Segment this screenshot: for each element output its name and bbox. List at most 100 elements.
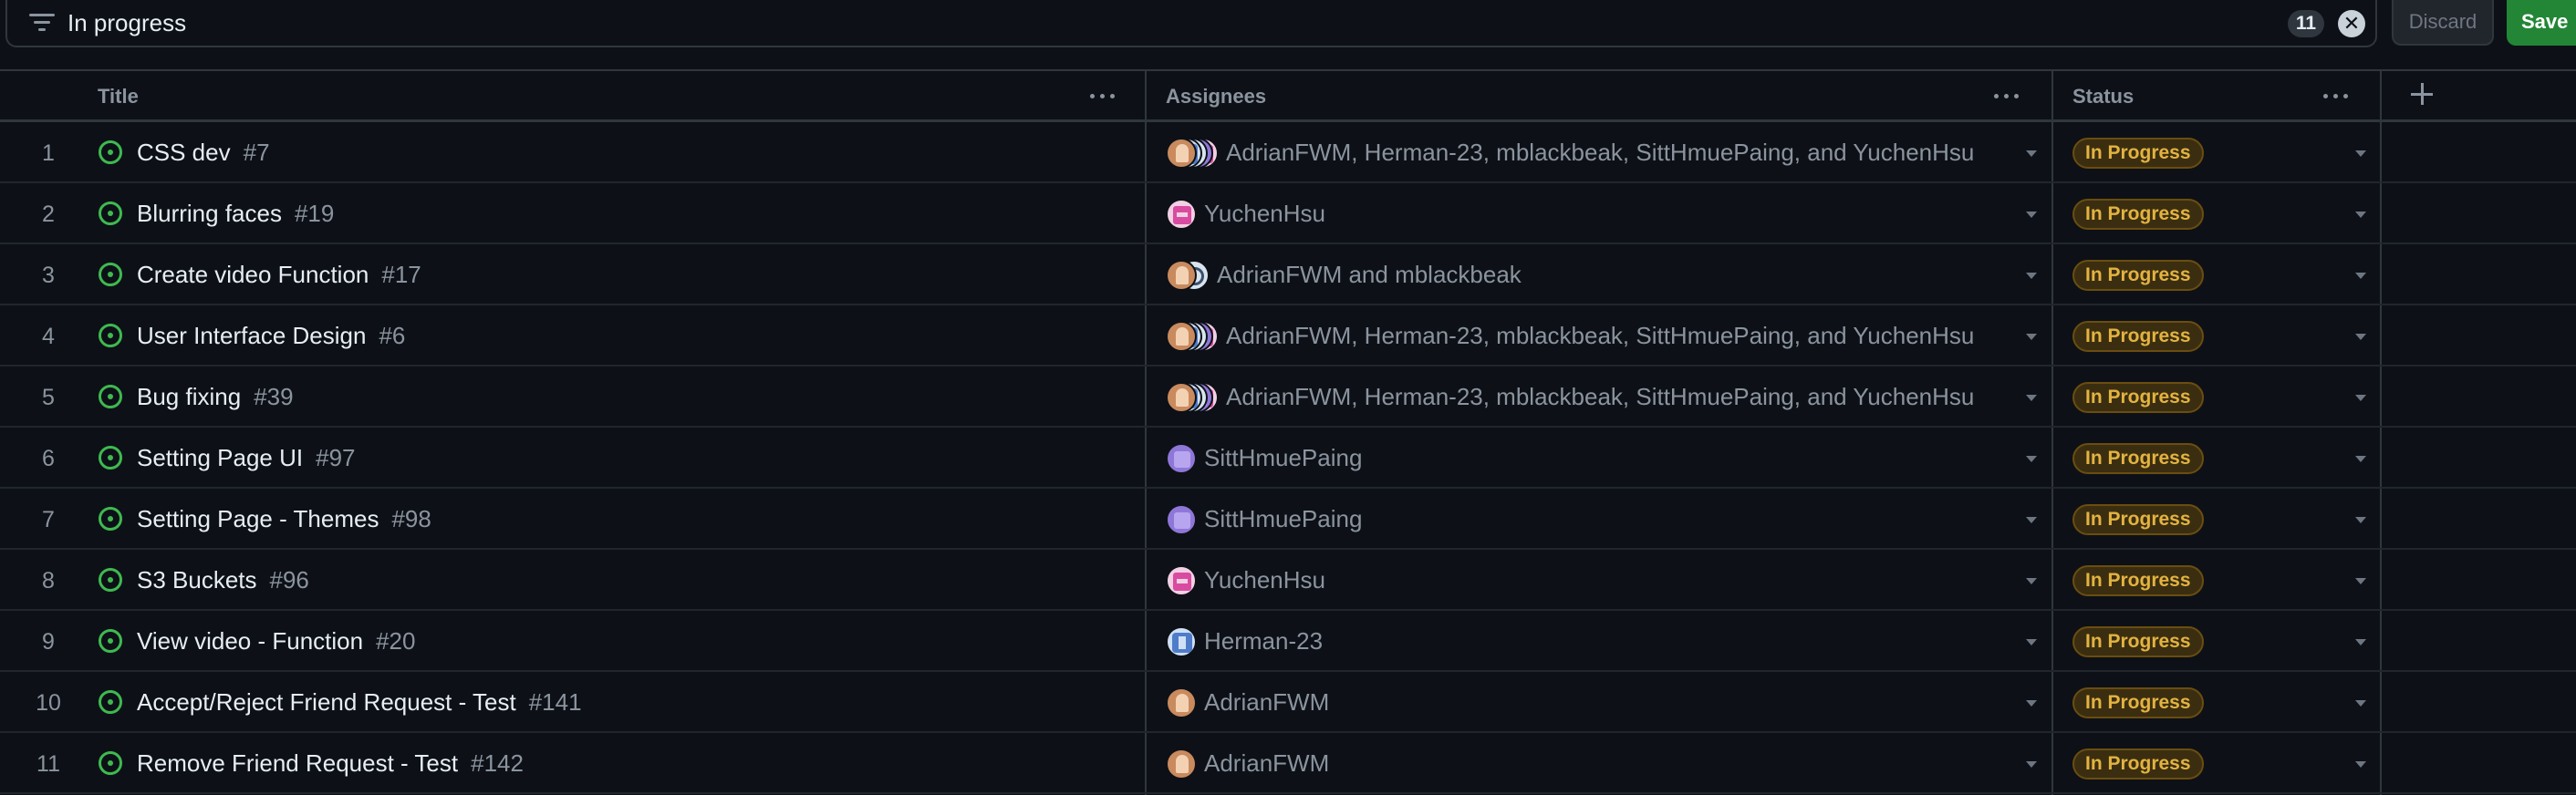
issue-number[interactable]: #6	[379, 322, 405, 349]
issue-title-cell[interactable]: Remove Friend Request - Test #142	[137, 749, 524, 777]
table-row[interactable]: 3 Create video Function #17 AdrianFWM and m…	[0, 244, 2576, 305]
discard-button[interactable]: Discard	[2392, 0, 2494, 46]
issue-title-cell[interactable]: Setting Page UI #97	[137, 444, 356, 471]
issue-title-cell[interactable]: S3 Buckets #96	[137, 566, 309, 594]
status-badge[interactable]: In Progress	[2072, 382, 2204, 413]
issue-title[interactable]: View video - Function	[137, 627, 363, 655]
issue-title[interactable]: Create video Function	[137, 261, 369, 288]
assignee-names[interactable]: AdrianFWM and mblackbeak	[1217, 261, 1522, 288]
status-dropdown-icon[interactable]	[2355, 700, 2366, 707]
status-badge[interactable]: In Progress	[2072, 565, 2204, 596]
column-menu-assignees-icon[interactable]	[1992, 84, 2023, 108]
issue-title[interactable]: Setting Page UI	[137, 444, 303, 471]
assignees-dropdown-icon[interactable]	[2026, 212, 2037, 218]
issue-title-cell[interactable]: User Interface Design #6	[137, 322, 405, 349]
issue-number[interactable]: #96	[270, 566, 309, 594]
status-dropdown-icon[interactable]	[2355, 578, 2366, 584]
table-row[interactable]: 2 Blurring faces #19 YuchenHsu In Progress	[0, 183, 2576, 244]
status-dropdown-icon[interactable]	[2355, 150, 2366, 157]
assignee-names[interactable]: AdrianFWM, Herman-23, mblackbeak, SittHm…	[1226, 322, 1974, 349]
issue-title[interactable]: S3 Buckets	[137, 566, 257, 594]
assignees-dropdown-icon[interactable]	[2026, 150, 2037, 157]
status-dropdown-icon[interactable]	[2355, 761, 2366, 768]
column-header-title[interactable]: Title	[0, 71, 1145, 121]
assignees-dropdown-icon[interactable]	[2026, 395, 2037, 401]
clear-filter-button[interactable]: ✕	[2338, 10, 2365, 37]
filter-query[interactable]: In progress	[68, 9, 186, 36]
issue-title-cell[interactable]: Blurring faces #19	[137, 200, 334, 227]
assignee-names[interactable]: Herman-23	[1204, 627, 1323, 655]
status-dropdown-icon[interactable]	[2355, 273, 2366, 279]
status-badge[interactable]: In Progress	[2072, 260, 2204, 291]
table-row[interactable]: 9 View video - Function #20 Herman-23 In Pro…	[0, 611, 2576, 672]
issue-number[interactable]: #7	[244, 139, 270, 166]
issue-title[interactable]: Bug fixing	[137, 383, 241, 410]
issue-title-cell[interactable]: Setting Page - Themes #98	[137, 505, 431, 532]
table-row[interactable]: 5 Bug fixing #39 AdrianFWM, Herman-23, mbla…	[0, 367, 2576, 428]
assignees-dropdown-icon[interactable]	[2026, 334, 2037, 340]
issue-number[interactable]: #17	[381, 261, 421, 288]
assignees-dropdown-icon[interactable]	[2026, 700, 2037, 707]
assignees-dropdown-icon[interactable]	[2026, 639, 2037, 645]
assignees-dropdown-icon[interactable]	[2026, 761, 2037, 768]
issue-title[interactable]: Blurring faces	[137, 200, 282, 227]
table-row[interactable]: 6 Setting Page UI #97 SittHmuePaing In Progr…	[0, 428, 2576, 489]
status-dropdown-icon[interactable]	[2355, 456, 2366, 462]
status-badge[interactable]: In Progress	[2072, 749, 2204, 780]
issue-title-cell[interactable]: Create video Function #17	[137, 261, 421, 288]
status-badge[interactable]: In Progress	[2072, 626, 2204, 657]
column-menu-status-icon[interactable]	[2322, 84, 2353, 108]
issue-title[interactable]: Accept/Reject Friend Request - Test	[137, 688, 516, 716]
table-row[interactable]: 1 CSS dev #7 AdrianFWM, Herman-23, mblackbe…	[0, 122, 2576, 183]
issue-title-cell[interactable]: CSS dev #7	[137, 139, 270, 166]
table-row[interactable]: 11 Remove Friend Request - Test #142 Adrian…	[0, 733, 2576, 794]
add-column-icon[interactable]	[2408, 80, 2436, 108]
status-badge[interactable]: In Progress	[2072, 443, 2204, 474]
column-menu-title-icon[interactable]	[1088, 84, 1119, 108]
assignees-dropdown-icon[interactable]	[2026, 578, 2037, 584]
assignee-names[interactable]: AdrianFWM	[1204, 749, 1329, 777]
status-badge[interactable]: In Progress	[2072, 138, 2204, 169]
assignee-names[interactable]: SittHmuePaing	[1204, 444, 1362, 471]
issue-number[interactable]: #19	[295, 200, 334, 227]
assignee-names[interactable]: YuchenHsu	[1204, 200, 1325, 227]
assignees-dropdown-icon[interactable]	[2026, 456, 2037, 462]
status-badge[interactable]: In Progress	[2072, 504, 2204, 535]
status-dropdown-icon[interactable]	[2355, 395, 2366, 401]
issue-number[interactable]: #20	[376, 627, 415, 655]
assignee-names[interactable]: AdrianFWM, Herman-23, mblackbeak, SittHm…	[1226, 139, 1974, 166]
issue-number[interactable]: #97	[316, 444, 355, 471]
column-header-status[interactable]: Status	[2053, 71, 2380, 121]
assignees-dropdown-icon[interactable]	[2026, 517, 2037, 523]
status-badge[interactable]: In Progress	[2072, 199, 2204, 230]
assignee-names[interactable]: YuchenHsu	[1204, 566, 1325, 594]
status-dropdown-icon[interactable]	[2355, 212, 2366, 218]
save-button[interactable]: Save	[2507, 0, 2576, 46]
status-dropdown-icon[interactable]	[2355, 639, 2366, 645]
assignees-dropdown-icon[interactable]	[2026, 273, 2037, 279]
issue-title[interactable]: CSS dev	[137, 139, 231, 166]
column-header-assignees[interactable]: Assignees	[1147, 71, 2051, 121]
status-badge[interactable]: In Progress	[2072, 321, 2204, 352]
issue-title[interactable]: Setting Page - Themes	[137, 505, 379, 532]
issue-number[interactable]: #141	[529, 688, 582, 716]
issue-title-cell[interactable]: View video - Function #20	[137, 627, 415, 655]
status-dropdown-icon[interactable]	[2355, 517, 2366, 523]
issue-title[interactable]: User Interface Design	[137, 322, 366, 349]
issue-title-cell[interactable]: Accept/Reject Friend Request - Test #141	[137, 688, 582, 716]
status-dropdown-icon[interactable]	[2355, 334, 2366, 340]
assignee-names[interactable]: SittHmuePaing	[1204, 505, 1362, 532]
table-row[interactable]: 7 Setting Page - Themes #98 SittHmuePaing In…	[0, 489, 2576, 550]
issue-number[interactable]: #39	[254, 383, 293, 410]
issue-number[interactable]: #98	[391, 505, 431, 532]
issue-number[interactable]: #142	[471, 749, 524, 777]
issue-title-cell[interactable]: Bug fixing #39	[137, 383, 294, 410]
issue-title[interactable]: Remove Friend Request - Test	[137, 749, 458, 777]
assignee-names[interactable]: AdrianFWM, Herman-23, mblackbeak, SittHm…	[1226, 383, 1974, 410]
filter-input[interactable]: In progress 11 ✕	[5, 0, 2377, 47]
table-row[interactable]: 4 User Interface Design #6 AdrianFWM, Herma…	[0, 305, 2576, 367]
table-row[interactable]: 8 S3 Buckets #96 YuchenHsu In Progress	[0, 550, 2576, 611]
table-row[interactable]: 10 Accept/Reject Friend Request - Test #14…	[0, 672, 2576, 733]
status-badge[interactable]: In Progress	[2072, 687, 2204, 718]
assignee-names[interactable]: AdrianFWM	[1204, 688, 1329, 716]
